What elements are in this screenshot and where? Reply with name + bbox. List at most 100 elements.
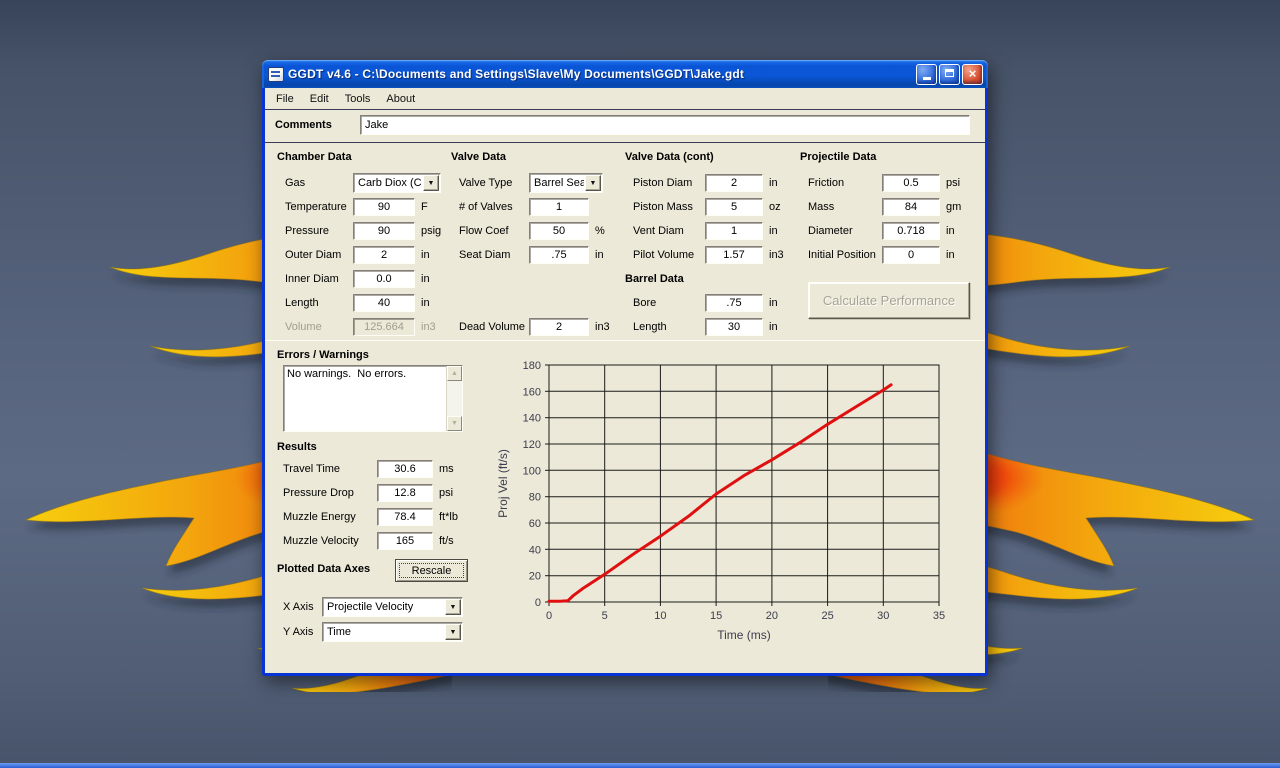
scroll-up-icon[interactable]: ▲ [447, 366, 462, 381]
menu-item-file[interactable]: File [268, 90, 302, 108]
initial-position-input[interactable] [882, 246, 940, 264]
svg-text:180: 180 [523, 360, 541, 372]
results-rows: Travel Time ms Pressure Drop psi Muzzle … [283, 457, 458, 553]
dead-volume-label: Dead Volume [459, 321, 529, 333]
pressure-drop-unit: psi [439, 487, 453, 499]
pressure-label: Pressure [285, 225, 353, 237]
pressure-drop-output [377, 484, 433, 502]
svg-text:100: 100 [523, 465, 541, 477]
volume-unit: in3 [421, 321, 436, 333]
chamber-length-label: Length [285, 297, 353, 309]
dead-volume-input[interactable] [529, 318, 589, 336]
friction-label: Friction [808, 177, 882, 189]
outer-diam-input[interactable] [353, 246, 415, 264]
errors-scrollbar[interactable]: ▲ ▼ [446, 366, 462, 431]
friction-input[interactable] [882, 174, 940, 192]
taskbar-edge [0, 763, 1280, 768]
seat-diam-label: Seat Diam [459, 249, 529, 261]
y-axis-value: Time [323, 623, 444, 641]
temperature-input[interactable] [353, 198, 415, 216]
menu-item-edit[interactable]: Edit [302, 90, 337, 108]
svg-text:Time (ms): Time (ms) [717, 628, 771, 642]
svg-text:0: 0 [535, 597, 541, 609]
x-axis-select[interactable]: Projectile Velocity ▼ [322, 597, 463, 617]
app-icon [268, 67, 284, 82]
menu-item-about[interactable]: About [378, 90, 423, 108]
svg-text:60: 60 [529, 518, 541, 530]
bore-input[interactable] [705, 294, 763, 312]
chevron-down-icon[interactable]: ▼ [445, 624, 461, 640]
chevron-down-icon[interactable]: ▼ [445, 599, 461, 615]
vent-diam-label: Vent Diam [633, 225, 705, 237]
inner-diam-input[interactable] [353, 270, 415, 288]
outer-diam-unit: in [421, 249, 430, 261]
piston-mass-label: Piston Mass [633, 201, 705, 213]
bore-unit: in [769, 297, 778, 309]
barrel-length-label: Length [633, 321, 705, 333]
maximize-button[interactable] [939, 64, 960, 85]
barrel-length-input[interactable] [705, 318, 763, 336]
initial-position-unit: in [946, 249, 955, 261]
errors-text: No warnings. No errors. [284, 366, 446, 431]
piston-mass-input[interactable] [705, 198, 763, 216]
svg-text:120: 120 [523, 439, 541, 451]
pressure-drop-label: Pressure Drop [283, 487, 377, 499]
minimize-button[interactable] [916, 64, 937, 85]
close-button[interactable]: × [962, 64, 983, 85]
pressure-unit: psig [421, 225, 441, 237]
comments-input[interactable] [360, 115, 970, 135]
chevron-down-icon[interactable]: ▼ [423, 175, 439, 191]
minimize-icon [923, 77, 931, 80]
travel-time-output [377, 460, 433, 478]
diameter-input[interactable] [882, 222, 940, 240]
ggdt-window: GGDT v4.6 - C:\Documents and Settings\Sl… [262, 60, 988, 676]
mass-input[interactable] [882, 198, 940, 216]
calculate-performance-button[interactable]: Calculate Performance [808, 282, 970, 319]
valve-type-value: Barrel Seal [530, 174, 584, 192]
muzzle-velocity-label: Muzzle Velocity [283, 535, 377, 547]
y-axis-select[interactable]: Time ▼ [322, 622, 463, 642]
menu-item-tools[interactable]: Tools [337, 90, 379, 108]
travel-time-label: Travel Time [283, 463, 377, 475]
window-title: GGDT v4.6 - C:\Documents and Settings\Sl… [288, 67, 916, 81]
pressure-input[interactable] [353, 222, 415, 240]
scroll-down-icon[interactable]: ▼ [447, 416, 462, 431]
barrel-data-header: Barrel Data [625, 273, 684, 285]
lower-panel: Errors / Warnings No warnings. No errors… [265, 341, 985, 671]
performance-chart: 05101520253035020406080100120140160180Ti… [493, 353, 973, 653]
flow-coef-input[interactable] [529, 222, 589, 240]
seat-diam-unit: in [595, 249, 604, 261]
svg-text:20: 20 [529, 571, 541, 583]
y-axis-row: Y Axis Time ▼ [283, 622, 463, 642]
svg-text:0: 0 [546, 610, 552, 622]
piston-diam-unit: in [769, 177, 778, 189]
projectile-column: Friction psi Mass gm Diameter in Initial… [808, 171, 961, 267]
pilot-volume-unit: in3 [769, 249, 784, 261]
num-valves-input[interactable] [529, 198, 589, 216]
valve-cont-header: Valve Data (cont) [625, 151, 714, 163]
valve-type-select[interactable]: Barrel Seal ▼ [529, 173, 603, 193]
piston-diam-input[interactable] [705, 174, 763, 192]
svg-text:40: 40 [529, 544, 541, 556]
vent-diam-input[interactable] [705, 222, 763, 240]
chevron-down-icon[interactable]: ▼ [585, 175, 601, 191]
x-axis-value: Projectile Velocity [323, 598, 444, 616]
outer-diam-label: Outer Diam [285, 249, 353, 261]
rescale-button[interactable]: Rescale [395, 559, 468, 582]
chamber-length-input[interactable] [353, 294, 415, 312]
temperature-unit: F [421, 201, 428, 213]
chamber-length-unit: in [421, 297, 430, 309]
comments-label: Comments [275, 119, 332, 131]
pilot-volume-input[interactable] [705, 246, 763, 264]
menubar: File Edit Tools About [265, 88, 985, 109]
gas-label: Gas [285, 177, 353, 189]
gas-select[interactable]: Carb Diox (CO2) ▼ [353, 173, 441, 193]
initial-position-label: Initial Position [808, 249, 882, 261]
svg-text:25: 25 [821, 610, 833, 622]
svg-text:5: 5 [602, 610, 608, 622]
comments-section: Comments [265, 110, 985, 142]
titlebar[interactable]: GGDT v4.6 - C:\Documents and Settings\Sl… [262, 60, 988, 88]
vent-diam-unit: in [769, 225, 778, 237]
seat-diam-input[interactable] [529, 246, 589, 264]
muzzle-velocity-output [377, 532, 433, 550]
